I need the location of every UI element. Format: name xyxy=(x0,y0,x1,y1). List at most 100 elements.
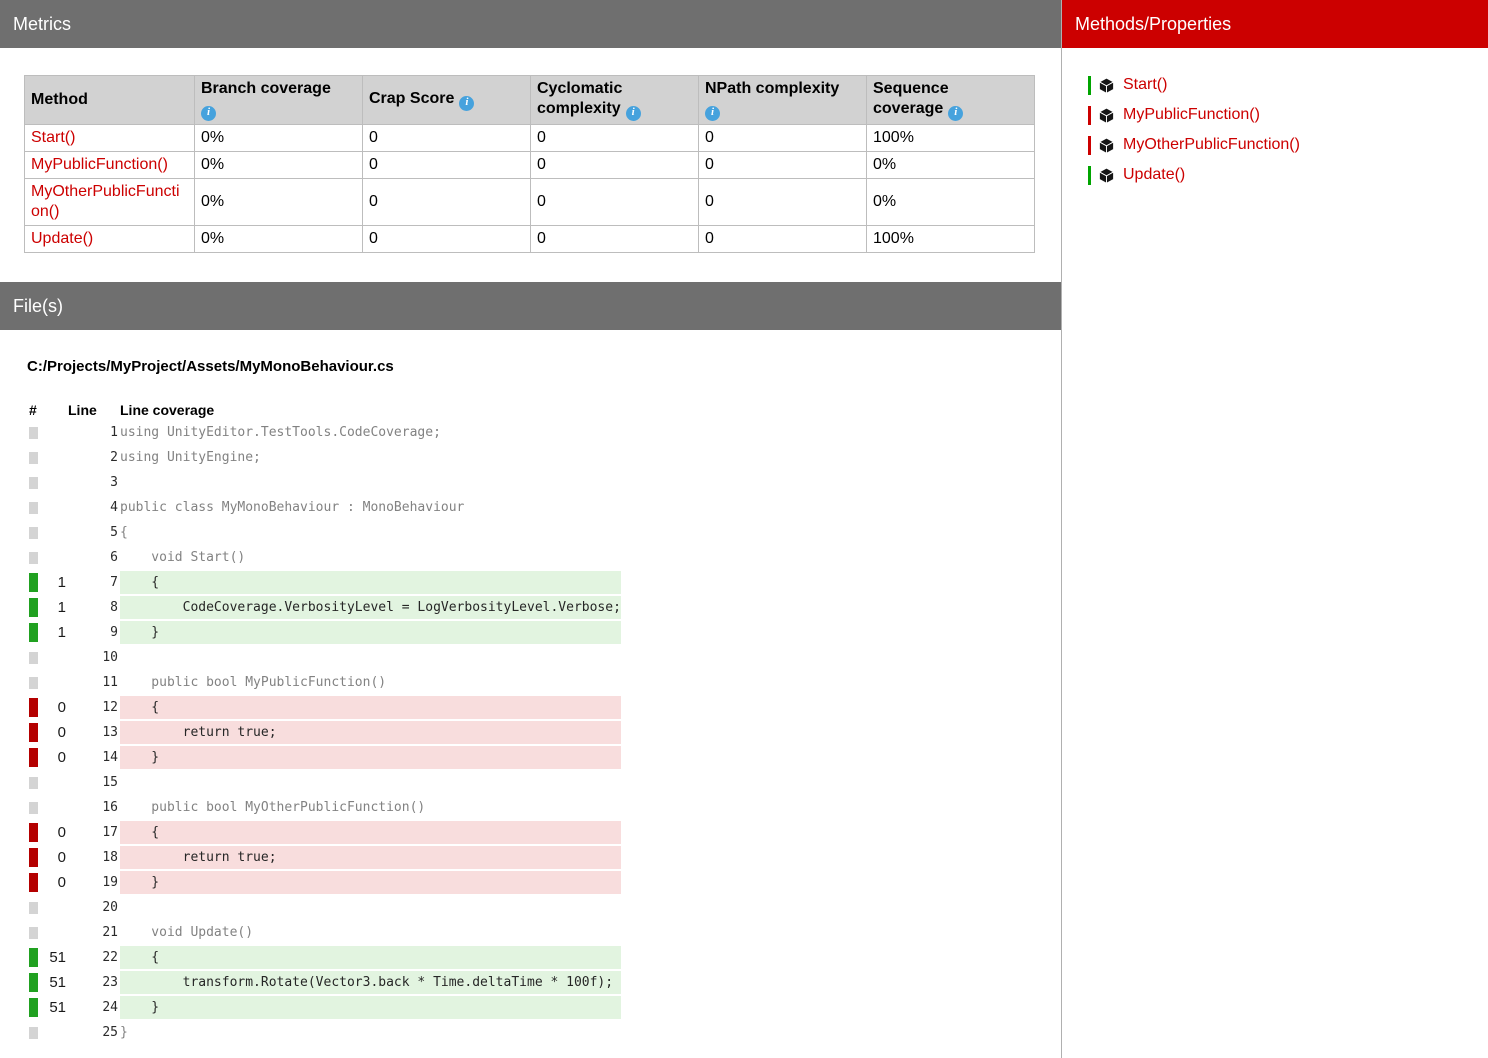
line-hit-count: 1 xyxy=(40,596,66,619)
code-text: } xyxy=(120,746,621,769)
line-number: 1 xyxy=(68,421,118,444)
code-text xyxy=(120,771,621,794)
metric-value-cell: 0% xyxy=(195,226,363,253)
line-status-indicator-none xyxy=(29,552,38,564)
method-cell: Update() xyxy=(25,226,195,253)
line-status-indicator-uncovered xyxy=(29,823,38,842)
line-hit-count xyxy=(40,521,66,544)
code-text: return true; xyxy=(120,846,621,869)
code-line-row: 11 public bool MyPublicFunction() xyxy=(29,671,621,694)
info-icon[interactable]: i xyxy=(705,106,720,121)
metric-value-cell: 0 xyxy=(699,125,867,152)
code-line-row: 10 xyxy=(29,646,621,669)
info-icon[interactable]: i xyxy=(626,106,641,121)
methods-title: Methods/Properties xyxy=(1075,14,1231,34)
column-header-line: NPath complexity xyxy=(705,79,860,99)
line-number: 11 xyxy=(68,671,118,694)
line-hit-count xyxy=(40,1021,66,1044)
method-cell: MyOtherPublicFunction() xyxy=(25,179,195,226)
sidebar-method-link[interactable]: MyPublicFunction() xyxy=(1123,106,1260,124)
info-icon[interactable]: i xyxy=(201,106,216,121)
method-link[interactable]: Update() xyxy=(31,230,93,247)
line-hit-count: 51 xyxy=(40,971,66,994)
line-status-cell xyxy=(29,996,38,1019)
code-line-row: 16 public bool MyOtherPublicFunction() xyxy=(29,796,621,819)
code-text: void Update() xyxy=(120,921,621,944)
column-header-line: i xyxy=(201,99,356,121)
code-line-row: 5{ xyxy=(29,521,621,544)
code-text: return true; xyxy=(120,721,621,744)
column-header-line: Cyclomatic xyxy=(537,79,692,99)
sidebar-method-link[interactable]: Update() xyxy=(1123,166,1185,184)
metric-value-cell: 0 xyxy=(363,152,531,179)
metrics-section-header: Metrics xyxy=(0,0,1061,48)
line-number: 16 xyxy=(68,796,118,819)
metric-value-cell: 0 xyxy=(363,226,531,253)
info-icon[interactable]: i xyxy=(948,106,963,121)
line-status-cell xyxy=(29,596,38,619)
line-hit-count: 0 xyxy=(40,696,66,719)
files-title: File(s) xyxy=(13,296,63,316)
metrics-table-row: MyPublicFunction()0%0000% xyxy=(25,152,1035,179)
method-coverage-bar-covered xyxy=(1088,166,1091,185)
line-status-cell xyxy=(29,671,38,694)
file-container: C:/Projects/MyProject/Assets/MyMonoBehav… xyxy=(0,358,1061,1058)
line-status-cell xyxy=(29,971,38,994)
code-table: # Line Line coverage 1using UnityEditor.… xyxy=(27,399,623,1046)
code-text: public bool MyPublicFunction() xyxy=(120,671,621,694)
line-status-cell xyxy=(29,871,38,894)
code-text: public bool MyOtherPublicFunction() xyxy=(120,796,621,819)
column-header-line: Sequence xyxy=(873,79,1028,99)
line-hit-count: 0 xyxy=(40,846,66,869)
metrics-title: Metrics xyxy=(13,14,71,34)
sidebar-method-link[interactable]: MyOtherPublicFunction() xyxy=(1123,136,1300,154)
cube-icon xyxy=(1098,107,1115,124)
line-number: 21 xyxy=(68,921,118,944)
line-status-indicator-none xyxy=(29,477,38,489)
column-header-line: i xyxy=(705,99,860,121)
line-number: 3 xyxy=(68,471,118,494)
line-number: 22 xyxy=(68,946,118,969)
line-status-cell xyxy=(29,771,38,794)
method-link[interactable]: Start() xyxy=(31,129,75,146)
code-text: using UnityEngine; xyxy=(120,446,621,469)
metrics-column-header: Cyclomaticcomplexityi xyxy=(531,76,699,125)
line-status-indicator-none xyxy=(29,502,38,514)
code-col-line: Line xyxy=(68,401,118,419)
column-header-label: Cyclomatic xyxy=(537,80,622,97)
line-status-indicator-uncovered xyxy=(29,873,38,892)
column-header-label: coverage xyxy=(873,100,943,117)
metric-value-cell: 0% xyxy=(867,152,1035,179)
info-icon[interactable]: i xyxy=(459,96,474,111)
method-link[interactable]: MyPublicFunction() xyxy=(31,156,168,173)
line-status-indicator-covered xyxy=(29,948,38,967)
metric-value-cell: 0 xyxy=(531,179,699,226)
line-number: 7 xyxy=(68,571,118,594)
line-number: 2 xyxy=(68,446,118,469)
metric-value-cell: 0% xyxy=(195,179,363,226)
line-status-indicator-none xyxy=(29,677,38,689)
metric-value-cell: 0 xyxy=(699,152,867,179)
code-text: public class MyMonoBehaviour : MonoBehav… xyxy=(120,496,621,519)
method-link[interactable]: MyOtherPublicFunction() xyxy=(31,183,180,220)
code-line-row: 3 xyxy=(29,471,621,494)
line-number: 18 xyxy=(68,846,118,869)
code-text: transform.Rotate(Vector3.back * Time.del… xyxy=(120,971,621,994)
cube-icon xyxy=(1098,77,1115,94)
line-hit-count xyxy=(40,896,66,919)
line-status-indicator-none xyxy=(29,1027,38,1039)
line-status-indicator-covered xyxy=(29,623,38,642)
metric-value-cell: 0 xyxy=(363,179,531,226)
metrics-column-header-method: Method xyxy=(25,76,195,125)
column-header-line: Branch coverage xyxy=(201,79,356,99)
line-status-cell xyxy=(29,721,38,744)
line-status-cell xyxy=(29,896,38,919)
method-coverage-bar-uncovered xyxy=(1088,136,1091,155)
sidebar-method-link[interactable]: Start() xyxy=(1123,76,1167,94)
line-status-indicator-none xyxy=(29,802,38,814)
line-status-indicator-uncovered xyxy=(29,748,38,767)
code-text xyxy=(120,646,621,669)
line-hit-count: 51 xyxy=(40,946,66,969)
method-cell: MyPublicFunction() xyxy=(25,152,195,179)
line-status-cell xyxy=(29,646,38,669)
